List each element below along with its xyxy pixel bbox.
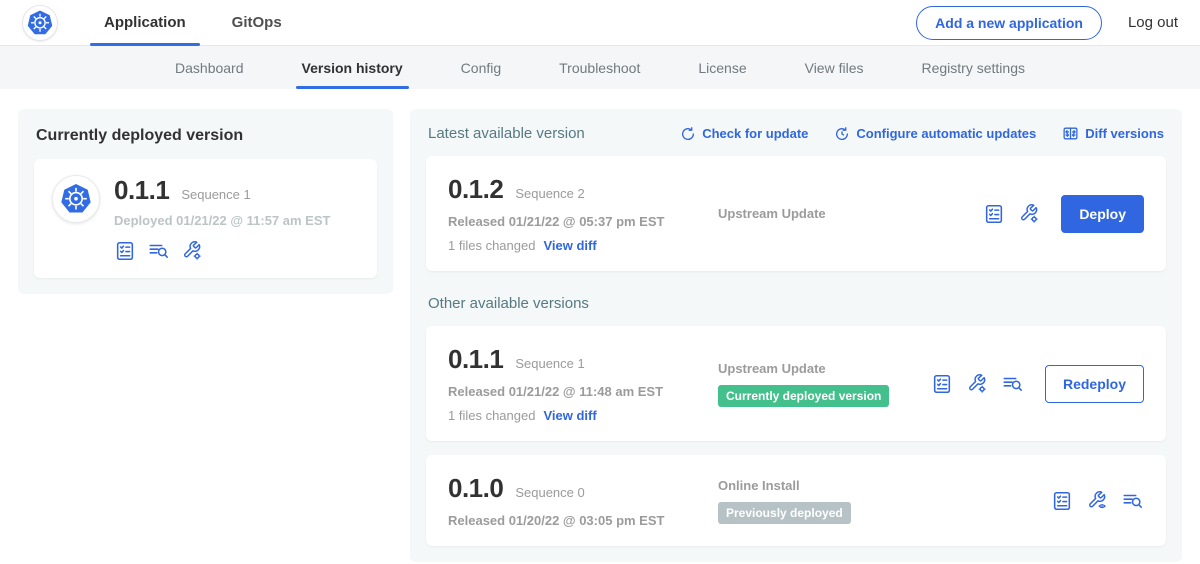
sequence-label: Sequence 0 [515,485,584,500]
deploy-logs-icon[interactable] [1121,490,1144,512]
version-source-label: Upstream Update [718,361,931,376]
currently-deployed-badge: Currently deployed version [718,385,889,407]
deploy-logs-icon[interactable] [147,240,170,262]
check-for-update-link[interactable]: Check for update [680,126,808,142]
released-timestamp: Released 01/20/22 @ 03:05 pm EST [448,513,700,528]
sequence-label: Sequence 1 [515,356,584,371]
logout-button[interactable]: Log out [1128,14,1178,31]
preflight-checks-icon[interactable] [983,203,1005,225]
subtab-registry-settings[interactable]: Registry settings [900,46,1047,89]
deployed-timestamp: Deployed 01/21/22 @ 11:57 am EST [114,213,330,228]
config-wrench-icon[interactable] [181,240,203,262]
preflight-checks-icon[interactable] [931,373,953,395]
tab-gitops-label: GitOps [232,14,282,31]
diff-versions-label: Diff versions [1085,126,1164,141]
configure-automatic-updates-label: Configure automatic updates [856,126,1036,141]
preflight-checks-icon[interactable] [1051,490,1073,512]
deployed-sequence-label: Sequence 1 [181,187,250,202]
diff-icon [1062,125,1079,142]
diff-versions-link[interactable]: Diff versions [1062,125,1164,142]
add-application-button[interactable]: Add a new application [916,6,1102,40]
subtab-dashboard-label: Dashboard [175,60,244,76]
subtab-config-label: Config [461,60,501,76]
subtab-troubleshoot[interactable]: Troubleshoot [537,46,662,89]
version-source-label: Online Install [718,478,1051,493]
check-for-update-label: Check for update [702,126,808,141]
released-timestamp: Released 01/21/22 @ 05:37 pm EST [448,214,700,229]
tab-application[interactable]: Application [88,0,202,45]
config-view-icon[interactable] [1086,490,1108,512]
subtab-version-history-label: Version history [302,60,403,76]
latest-available-title: Latest available version [428,125,585,142]
app-logo [52,175,100,223]
version-number: 0.1.1 [448,344,503,375]
subtab-registry-settings-label: Registry settings [922,60,1025,76]
subtab-config[interactable]: Config [439,46,523,89]
tab-gitops[interactable]: GitOps [216,0,298,45]
deploy-logs-icon[interactable] [1001,373,1024,395]
auto-update-icon [834,126,850,142]
version-row-0-1-0: 0.1.0 Sequence 0 Released 01/20/22 @ 03:… [426,455,1166,546]
refresh-icon [680,126,696,142]
subtab-dashboard[interactable]: Dashboard [153,46,266,89]
kubernetes-logo-icon [58,181,94,217]
subtab-view-files-label: View files [805,60,864,76]
files-changed-label: 1 files changed [448,408,535,423]
version-row-0-1-2: 0.1.2 Sequence 2 Released 01/21/22 @ 05:… [426,156,1166,271]
released-timestamp: Released 01/21/22 @ 11:48 am EST [448,384,700,399]
config-wrench-icon[interactable] [966,373,988,395]
subtab-license-label: License [698,60,746,76]
app-tabs: Application GitOps [88,0,298,45]
kubernetes-logo [22,5,58,41]
preflight-checks-icon[interactable] [114,240,136,262]
version-number: 0.1.2 [448,174,503,205]
main-content: Currently deployed version 0.1 [0,89,1200,564]
subtab-version-history[interactable]: Version history [280,46,425,89]
view-diff-link[interactable]: View diff [543,408,596,423]
app-subnav: Dashboard Version history Config Trouble… [0,46,1200,89]
view-diff-link[interactable]: View diff [543,238,596,253]
version-number: 0.1.0 [448,473,503,504]
masthead: Application GitOps Add a new application… [0,0,1200,46]
currently-deployed-title: Currently deployed version [36,127,377,145]
subtab-troubleshoot-label: Troubleshoot [559,60,640,76]
other-versions-title: Other available versions [428,295,1164,312]
deployed-version-number: 0.1.1 [114,175,169,206]
subtab-view-files[interactable]: View files [783,46,886,89]
version-source-label: Upstream Update [718,206,983,221]
previously-deployed-badge: Previously deployed [718,502,851,524]
redeploy-button[interactable]: Redeploy [1045,365,1144,403]
config-wrench-icon[interactable] [1018,203,1040,225]
files-changed-label: 1 files changed [448,238,535,253]
configure-automatic-updates-link[interactable]: Configure automatic updates [834,126,1036,142]
subtab-license[interactable]: License [676,46,768,89]
currently-deployed-card: 0.1.1 Sequence 1 Deployed 01/21/22 @ 11:… [34,159,377,278]
available-versions-panel: Latest available version Check for updat… [410,109,1182,562]
currently-deployed-panel: Currently deployed version 0.1 [18,109,393,294]
sequence-label: Sequence 2 [515,186,584,201]
version-row-0-1-1: 0.1.1 Sequence 1 Released 01/21/22 @ 11:… [426,326,1166,441]
masthead-right: Add a new application Log out [916,6,1178,40]
deploy-button[interactable]: Deploy [1061,195,1144,233]
kubernetes-logo-icon [25,8,55,38]
tab-application-label: Application [104,14,186,31]
